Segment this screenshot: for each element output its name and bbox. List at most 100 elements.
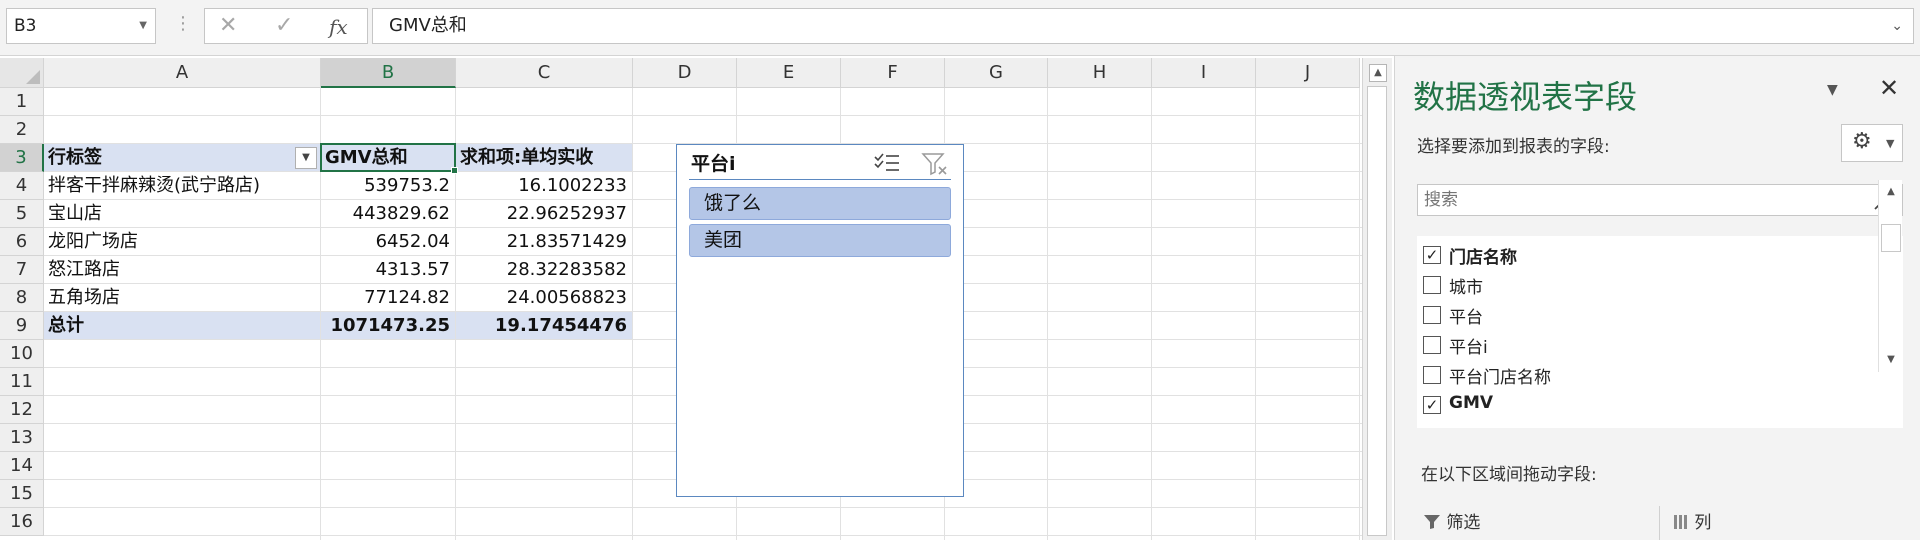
row-label-cell[interactable]: 五角场店	[48, 284, 315, 312]
row-label-cell[interactable]: 怒江路店	[48, 256, 315, 284]
gmv-value-cell[interactable]: 6452.04	[325, 228, 450, 256]
tools-button[interactable]: ⚙ ▼	[1841, 124, 1903, 162]
cancel-icon[interactable]: ✕	[219, 13, 237, 38]
formula-bar-area: B3 ▼ ⋮ ✕ ✓ fx GMV总和 ⌄	[0, 0, 1920, 56]
row-header-3[interactable]: 3	[0, 144, 44, 172]
row-label-cell[interactable]: 宝山店	[48, 200, 315, 228]
enter-icon[interactable]: ✓	[275, 13, 293, 38]
scroll-down-icon[interactable]: ▼	[1881, 350, 1901, 370]
gridline	[1047, 88, 1048, 540]
field-search-input[interactable]	[1422, 187, 1862, 213]
expand-formula-bar-icon[interactable]: ⌄	[1891, 9, 1903, 43]
gmv-value-cell[interactable]: 539753.2	[325, 172, 450, 200]
pane-options-dropdown-icon[interactable]: ▼	[1827, 82, 1838, 98]
row-header-12[interactable]: 12	[0, 396, 44, 424]
checkbox[interactable]	[1423, 276, 1441, 294]
filter-icon	[1424, 515, 1440, 529]
gmv-value-cell[interactable]: 4313.57	[325, 256, 450, 284]
checked-checkbox[interactable]: ✓	[1423, 396, 1441, 414]
avg-sum-header[interactable]: 求和项:单均实收	[460, 144, 627, 172]
close-icon[interactable]: ✕	[1879, 74, 1899, 102]
name-box-dropdown-icon[interactable]: ▼	[139, 9, 147, 43]
column-header-d[interactable]: D	[633, 58, 737, 88]
column-header-i[interactable]: I	[1152, 58, 1256, 88]
insert-function-icon[interactable]: fx	[329, 15, 348, 39]
row-header-1[interactable]: 1	[0, 88, 44, 116]
row-labels-filter-button[interactable]: ▼	[295, 147, 317, 169]
row-header-6[interactable]: 6	[0, 228, 44, 256]
checked-checkbox[interactable]: ✓	[1423, 246, 1441, 264]
filters-area[interactable]: 筛选	[1423, 508, 1480, 533]
pane-title: 数据透视表字段	[1413, 78, 1638, 116]
name-box[interactable]: B3 ▼	[6, 8, 156, 44]
chevron-down-icon: ▼	[1886, 137, 1895, 150]
clear-filter-icon[interactable]	[921, 151, 949, 177]
avg-value-cell[interactable]: 28.32283582	[460, 256, 627, 284]
field-list-scrollbar[interactable]: ▲ ▼	[1878, 180, 1902, 372]
grand-total-gmv[interactable]: 1071473.25	[325, 312, 450, 340]
column-header-b[interactable]: B	[321, 58, 456, 88]
fill-handle[interactable]	[451, 167, 458, 174]
gridline	[44, 115, 1362, 116]
row-header-9[interactable]: 9	[0, 312, 44, 340]
avg-value-cell[interactable]: 21.83571429	[460, 228, 627, 256]
columns-area[interactable]: 列	[1673, 508, 1711, 533]
grid-vertical-scrollbar[interactable]: ▲	[1362, 58, 1392, 540]
row-header-11[interactable]: 11	[0, 368, 44, 396]
gridline	[1359, 88, 1360, 540]
columns-area-label: 列	[1694, 513, 1712, 533]
scrollbar-thumb[interactable]	[1367, 86, 1387, 536]
checkbox[interactable]	[1423, 306, 1441, 324]
row-header-15[interactable]: 15	[0, 480, 44, 508]
gear-icon: ⚙	[1852, 129, 1872, 154]
row-header-16[interactable]: 16	[0, 508, 44, 536]
row-label-cell[interactable]: 拌客干拌麻辣烫(武宁路店)	[48, 172, 315, 200]
more-options-icon[interactable]: ⋮	[174, 14, 192, 34]
avg-value-cell[interactable]: 24.00568823	[460, 284, 627, 312]
formula-input[interactable]: GMV总和 ⌄	[372, 8, 1914, 44]
field-search-box[interactable]	[1417, 184, 1903, 216]
grand-total-label[interactable]: 总计	[48, 312, 315, 340]
row-header-4[interactable]: 4	[0, 172, 44, 200]
column-header-e[interactable]: E	[737, 58, 841, 88]
slicer-title: 平台i	[691, 153, 736, 175]
gmv-value-cell[interactable]: 443829.62	[325, 200, 450, 228]
row-header-10[interactable]: 10	[0, 340, 44, 368]
slicer-item[interactable]: 饿了么	[689, 187, 951, 220]
grand-total-avg[interactable]: 19.17454476	[460, 312, 627, 340]
multi-select-icon[interactable]	[873, 151, 901, 175]
row-header-5[interactable]: 5	[0, 200, 44, 228]
row-header-13[interactable]: 13	[0, 424, 44, 452]
field-label: GMV	[1449, 393, 1494, 413]
column-header-c[interactable]: C	[456, 58, 633, 88]
column-header-a[interactable]: A	[44, 58, 321, 88]
column-header-j[interactable]: J	[1256, 58, 1360, 88]
field-list[interactable]: ✓ 门店名称 城市 平台 平台i 平台门店名称 ✓ GMV	[1417, 236, 1903, 428]
choose-fields-label: 选择要添加到报表的字段:	[1417, 137, 1610, 157]
avg-value-cell[interactable]: 16.1002233	[460, 172, 627, 200]
avg-value-cell[interactable]: 22.96252937	[460, 200, 627, 228]
slicer-platform[interactable]: 平台i 饿了么 美团	[676, 144, 964, 497]
scroll-up-icon[interactable]: ▲	[1881, 182, 1901, 202]
checkbox[interactable]	[1423, 336, 1441, 354]
gridline	[44, 507, 1362, 508]
select-all-button[interactable]	[0, 58, 44, 88]
scrollbar-thumb[interactable]	[1881, 224, 1901, 252]
row-header-8[interactable]: 8	[0, 284, 44, 312]
column-header-h[interactable]: H	[1048, 58, 1152, 88]
row-label-cell[interactable]: 龙阳广场店	[48, 228, 315, 256]
column-header-g[interactable]: G	[945, 58, 1048, 88]
row-labels-header[interactable]: 行标签	[48, 144, 315, 172]
checkbox[interactable]	[1423, 366, 1441, 384]
slicer-divider	[689, 179, 951, 180]
scroll-up-icon[interactable]: ▲	[1369, 64, 1387, 82]
slicer-item[interactable]: 美团	[689, 224, 951, 257]
row-header-2[interactable]: 2	[0, 116, 44, 144]
column-header-f[interactable]: F	[841, 58, 945, 88]
pivot-fields-pane: 数据透视表字段 ▼ ✕ 选择要添加到报表的字段: ⚙ ▼ ✓ 门店名称城市平台平台…	[1394, 56, 1920, 540]
active-cell-border	[320, 143, 456, 172]
row-header-7[interactable]: 7	[0, 256, 44, 284]
row-header-14[interactable]: 14	[0, 452, 44, 480]
gmv-value-cell[interactable]: 77124.82	[325, 284, 450, 312]
gridline	[1151, 88, 1152, 540]
